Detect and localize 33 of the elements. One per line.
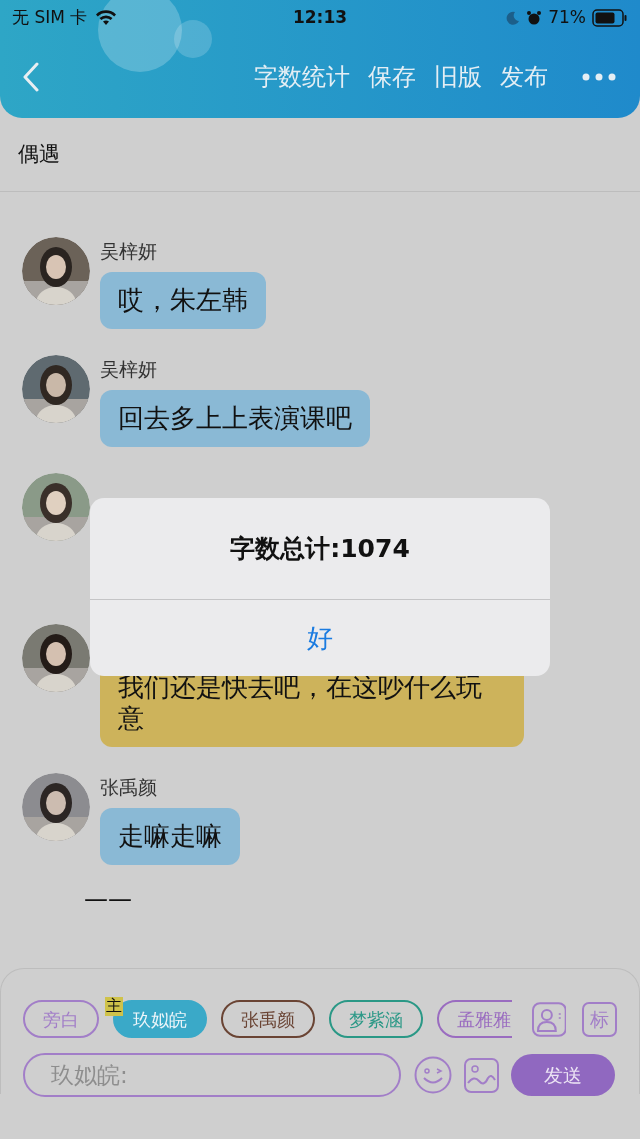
message-bubble: 哎，朱左韩	[100, 272, 266, 329]
moon-icon	[506, 11, 521, 25]
header-action[interactable]: 字数统计	[254, 59, 350, 95]
host-badge: 主	[105, 997, 123, 1016]
image-icon[interactable]	[464, 1057, 499, 1093]
header-action[interactable]: 发布	[500, 59, 548, 95]
word-count-message: 字数总计:1074	[230, 532, 410, 565]
more-icon[interactable]	[582, 73, 616, 81]
role-chip[interactable]: 张禹颜	[221, 1000, 315, 1038]
role-chip[interactable]: 孟雅雅	[437, 1000, 512, 1038]
message-bubble: 走嘛走嘛	[100, 808, 240, 865]
back-icon[interactable]	[22, 62, 40, 92]
sender-name: 张禹颜	[100, 776, 157, 798]
divider-text: ——	[84, 884, 133, 915]
battery-percent: 71%	[548, 6, 586, 30]
send-button[interactable]: 发送	[511, 1054, 615, 1096]
sender-name: 吴梓妍	[100, 240, 157, 262]
alarm-icon	[526, 10, 543, 26]
wifi-icon	[95, 10, 118, 26]
story-title: 偶遇	[18, 140, 60, 168]
clock-time: 12:13	[292, 6, 348, 30]
sender-name: 吴梓妍	[100, 358, 157, 380]
battery-icon	[592, 9, 628, 27]
message-bubble: 回去多上上表演课吧	[100, 390, 370, 447]
header-action[interactable]: 旧版	[434, 59, 482, 95]
message-input[interactable]: 玖姒皖:	[23, 1053, 401, 1097]
role-chip[interactable]: 旁白	[23, 1000, 99, 1038]
header-action[interactable]: 保存	[368, 59, 416, 95]
tag-button[interactable]: 标	[582, 1001, 617, 1037]
role-chip[interactable]: 梦紫涵	[329, 1000, 423, 1038]
carrier-label: 无 SIM 卡	[12, 6, 88, 30]
contact-card-icon[interactable]	[531, 1001, 567, 1037]
emoji-icon[interactable]	[414, 1056, 452, 1094]
